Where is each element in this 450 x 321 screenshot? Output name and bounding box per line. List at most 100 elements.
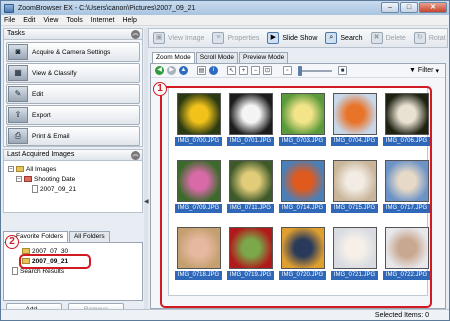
up-icon[interactable]: ▲ xyxy=(179,66,188,75)
view-image-label: View Image xyxy=(168,34,205,42)
info-icon[interactable]: i xyxy=(209,66,218,75)
print-icon: ⎙ xyxy=(8,128,28,144)
menu-bar: File Edit View Tools Internet Help xyxy=(1,15,449,26)
task-view-button[interactable]: ▦ View & Classify xyxy=(6,63,140,83)
tree-label: All Images xyxy=(26,165,57,173)
folder-icon xyxy=(16,166,24,172)
filter-icon: ▼ xyxy=(408,67,416,74)
task-label: Export xyxy=(32,111,51,119)
folder-tree: 2007_07_30 2007_09_21 Search Results xyxy=(3,242,143,301)
minimize-button[interactable]: – xyxy=(381,2,399,13)
properties-button[interactable]: ≡ Properties xyxy=(208,29,263,47)
view-icon: ▦ xyxy=(8,65,28,81)
folders-panel: Favorite Folders All Folders 2007_07_30 … xyxy=(3,231,143,319)
tasks-title: Tasks xyxy=(7,30,25,37)
forward-icon[interactable]: ▶ xyxy=(167,66,176,75)
maximize-button[interactable]: □ xyxy=(400,2,418,13)
right-panel: ▣ View Image ≡ Properties ▶ Slide Show ⌕… xyxy=(148,28,448,309)
tree-item-all-images[interactable]: – All Images xyxy=(8,164,138,174)
search-icon: ⌕ xyxy=(325,32,338,44)
zoom-out-icon[interactable]: − xyxy=(251,66,260,75)
calendar-icon xyxy=(24,176,32,182)
export-icon: ⇪ xyxy=(8,107,28,123)
left-panel: Tasks ︽ ◙ Acquire & Camera Settings ▦ Vi… xyxy=(3,28,143,319)
last-acquired-title: Last Acquired Images xyxy=(7,151,75,158)
highlight-box-folder xyxy=(19,254,91,269)
collapse-tasks-icon[interactable]: ︽ xyxy=(131,30,140,39)
search-label: Search xyxy=(340,34,363,42)
menu-tools[interactable]: Tools xyxy=(66,17,82,24)
last-acquired-tree: – All Images – Shooting Date 2007_09_21 xyxy=(3,161,143,213)
task-label: Print & Email xyxy=(32,132,70,140)
collapse-last-acquired-icon[interactable]: ︽ xyxy=(131,151,140,160)
task-edit-button[interactable]: ✎ Edit xyxy=(6,84,140,104)
zoom-in-icon[interactable]: + xyxy=(239,66,248,75)
callout-badge: 1 xyxy=(153,82,167,96)
thumbnail-size-icon: ▫ xyxy=(283,66,292,75)
filter-button[interactable]: ▼ Filter ▾ xyxy=(409,67,439,75)
task-label: View & Classify xyxy=(32,69,77,77)
edit-icon: ✎ xyxy=(8,86,28,102)
menu-edit[interactable]: Edit xyxy=(23,17,35,24)
callout-badge: 2 xyxy=(5,235,19,249)
task-label: Acquire & Camera Settings xyxy=(32,48,111,56)
thumbnail-size-slider[interactable] xyxy=(298,65,332,76)
trash-icon: ✖ xyxy=(370,32,383,44)
menu-help[interactable]: Help xyxy=(122,17,136,24)
tab-zoom-mode[interactable]: Zoom Mode xyxy=(152,52,195,63)
camera-icon: ◙ xyxy=(8,44,28,60)
filter-label: Filter xyxy=(417,67,434,74)
selected-items-count: Selected Items: 0 xyxy=(374,312,429,319)
chevron-down-icon: ▾ xyxy=(435,67,439,75)
date-icon xyxy=(32,185,38,193)
properties-icon: ≡ xyxy=(212,32,225,44)
view-mode-tabs: Zoom Mode Scroll Mode Preview Mode xyxy=(152,52,289,63)
task-acquire-button[interactable]: ◙ Acquire & Camera Settings xyxy=(6,42,140,62)
tree-label: 2007_09_21 xyxy=(40,185,77,193)
task-label: Edit xyxy=(32,90,44,98)
tab-preview-mode[interactable]: Preview Mode xyxy=(239,52,289,63)
close-button[interactable]: ✕ xyxy=(419,2,447,13)
highlight-box-thumbnails xyxy=(160,86,432,308)
thumbnail-size-large-icon: ■ xyxy=(338,66,347,75)
slide-show-button[interactable]: ▶ Slide Show xyxy=(263,29,321,47)
properties-label: Properties xyxy=(227,34,260,42)
app-icon xyxy=(4,3,14,13)
menu-file[interactable]: File xyxy=(4,17,15,24)
last-acquired-header: Last Acquired Images ︽ xyxy=(3,149,143,161)
browser-toolbar: ◀ ▶ ▲ ▤ i ↖ + − ⊡ ▫ ■ ▼ Filter ▾ xyxy=(151,64,445,78)
tree-label: Shooting Date xyxy=(34,175,76,183)
rotate-button[interactable]: ↻ Rotat xyxy=(410,29,450,47)
task-print-button[interactable]: ⎙ Print & Email xyxy=(6,126,140,146)
folder-tabs: Favorite Folders All Folders xyxy=(3,231,143,242)
tasks-panel: ◙ Acquire & Camera Settings ▦ View & Cla… xyxy=(3,40,143,147)
slide-show-label: Slide Show xyxy=(282,34,318,42)
zoom-fit-icon[interactable]: ⊡ xyxy=(263,66,272,75)
rotate-icon: ↻ xyxy=(413,32,426,44)
task-export-button[interactable]: ⇪ Export xyxy=(6,105,140,125)
select-arrow-icon[interactable]: ↖ xyxy=(227,66,236,75)
delete-label: Delete xyxy=(385,34,406,42)
expand-icon[interactable]: – xyxy=(16,176,22,182)
search-button[interactable]: ⌕ Search xyxy=(321,29,366,47)
tab-scroll-mode[interactable]: Scroll Mode xyxy=(195,52,239,63)
slider-knob[interactable] xyxy=(298,65,302,76)
title-bar: ZoomBrowser EX - C:\Users\canon\Pictures… xyxy=(1,1,449,15)
slideshow-icon: ▶ xyxy=(267,32,280,44)
menu-internet[interactable]: Internet xyxy=(91,17,115,24)
expand-icon[interactable]: – xyxy=(8,166,14,172)
app-window: ZoomBrowser EX - C:\Users\canon\Pictures… xyxy=(0,0,450,321)
tasks-header: Tasks ︽ xyxy=(3,28,143,40)
status-bar: Selected Items: 0 xyxy=(1,309,449,320)
tab-all-folders[interactable]: All Folders xyxy=(68,231,110,242)
view-image-button[interactable]: ▣ View Image xyxy=(149,29,208,47)
delete-button[interactable]: ✖ Delete xyxy=(367,29,410,47)
tree-item-shooting-date[interactable]: – Shooting Date xyxy=(8,174,138,184)
tree-item-date[interactable]: 2007_09_21 xyxy=(8,184,138,194)
menu-view[interactable]: View xyxy=(43,17,58,24)
view-image-icon: ▣ xyxy=(153,32,165,44)
main-toolbar: ▣ View Image ≡ Properties ▶ Slide Show ⌕… xyxy=(148,28,448,48)
display-mode-icon[interactable]: ▤ xyxy=(197,66,206,75)
window-title: ZoomBrowser EX - C:\Users\canon\Pictures… xyxy=(18,4,196,12)
back-icon[interactable]: ◀ xyxy=(155,66,164,75)
